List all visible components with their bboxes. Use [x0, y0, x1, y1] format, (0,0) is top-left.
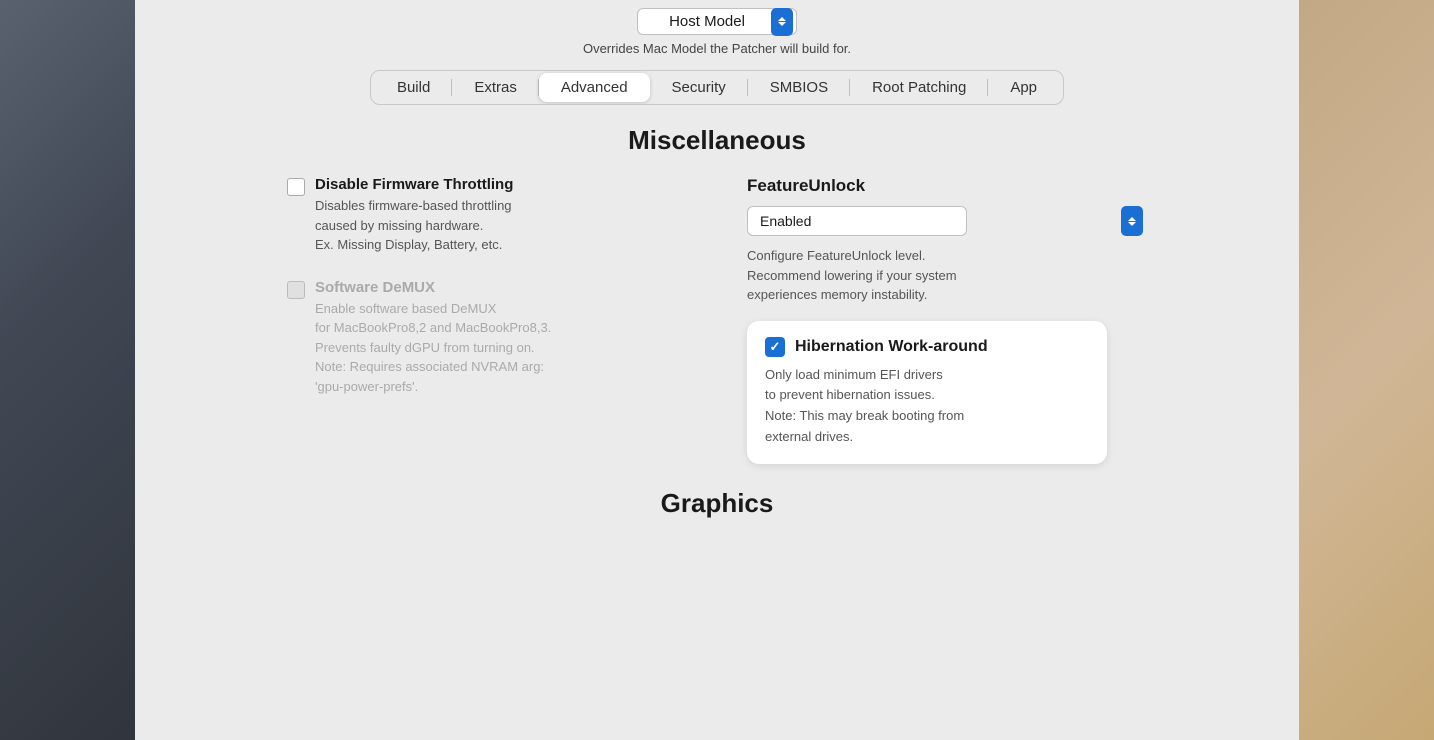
option-software-demux: Software DeMUX Enable software based DeM…	[287, 279, 687, 397]
option-desc-disable-firmware: Disables firmware-based throttlingcaused…	[315, 196, 513, 255]
tab-root-patching[interactable]: Root Patching	[850, 73, 988, 102]
option-label-software-demux: Software DeMUX	[315, 279, 551, 296]
two-column-layout: Disable Firmware Throttling Disables fir…	[287, 176, 1147, 464]
tab-advanced[interactable]: Advanced	[539, 73, 650, 102]
feature-unlock-label: FeatureUnlock	[747, 176, 1147, 196]
left-column: Disable Firmware Throttling Disables fir…	[287, 176, 687, 464]
tab-extras[interactable]: Extras	[452, 73, 539, 102]
option-label-disable-firmware: Disable Firmware Throttling	[315, 176, 513, 193]
tab-smbios[interactable]: SMBIOS	[748, 73, 850, 102]
option-text-software-demux: Software DeMUX Enable software based DeM…	[315, 279, 551, 397]
tab-build[interactable]: Build	[375, 73, 452, 102]
option-disable-firmware-throttling: Disable Firmware Throttling Disables fir…	[287, 176, 687, 255]
tabs-container: Build Extras Advanced Security SMBIOS Ro…	[370, 70, 1064, 105]
option-desc-software-demux: Enable software based DeMUXfor MacBookPr…	[315, 299, 551, 397]
checkbox-hibernation[interactable]: ✓	[765, 337, 785, 357]
feature-unlock-desc: Configure FeatureUnlock level.Recommend …	[747, 246, 1067, 305]
feature-unlock-stepper[interactable]	[1121, 206, 1143, 236]
host-model-row: Host Model Overrides Mac Model the Patch…	[135, 0, 1299, 62]
host-model-select-wrapper: Host Model	[637, 8, 797, 35]
host-model-subtitle: Overrides Mac Model the Patcher will bui…	[583, 41, 851, 56]
option-text-disable-firmware: Disable Firmware Throttling Disables fir…	[315, 176, 513, 255]
right-column: FeatureUnlock Enabled Disabled Partial C…	[747, 176, 1147, 464]
miscellaneous-title: Miscellaneous	[287, 125, 1147, 156]
hibernation-header: ✓ Hibernation Work-around	[765, 337, 1089, 357]
feature-stepper-down-icon	[1128, 222, 1136, 226]
feature-unlock-select[interactable]: Enabled Disabled Partial	[747, 206, 967, 236]
host-model-stepper[interactable]	[771, 8, 793, 36]
main-panel: Host Model Overrides Mac Model the Patch…	[135, 0, 1299, 740]
tab-app[interactable]: App	[988, 73, 1059, 102]
hibernation-desc: Only load minimum EFI driversto prevent …	[765, 365, 1089, 448]
background-right	[1299, 0, 1434, 740]
hibernation-card: ✓ Hibernation Work-around Only load mini…	[747, 321, 1107, 464]
checkbox-software-demux[interactable]	[287, 281, 305, 299]
background-left	[0, 0, 135, 740]
graphics-title: Graphics	[287, 488, 1147, 519]
feature-stepper-up-icon	[1128, 217, 1136, 221]
feature-unlock-select-row: Enabled Disabled Partial	[747, 206, 1147, 236]
stepper-down-icon	[778, 22, 786, 26]
content-area: Miscellaneous Disable Firmware Throttlin…	[267, 115, 1167, 740]
stepper-up-icon	[778, 17, 786, 21]
checkbox-disable-firmware-throttling[interactable]	[287, 178, 305, 196]
hibernation-title: Hibernation Work-around	[795, 338, 988, 356]
checkmark-icon: ✓	[770, 339, 781, 355]
tab-security[interactable]: Security	[650, 73, 748, 102]
